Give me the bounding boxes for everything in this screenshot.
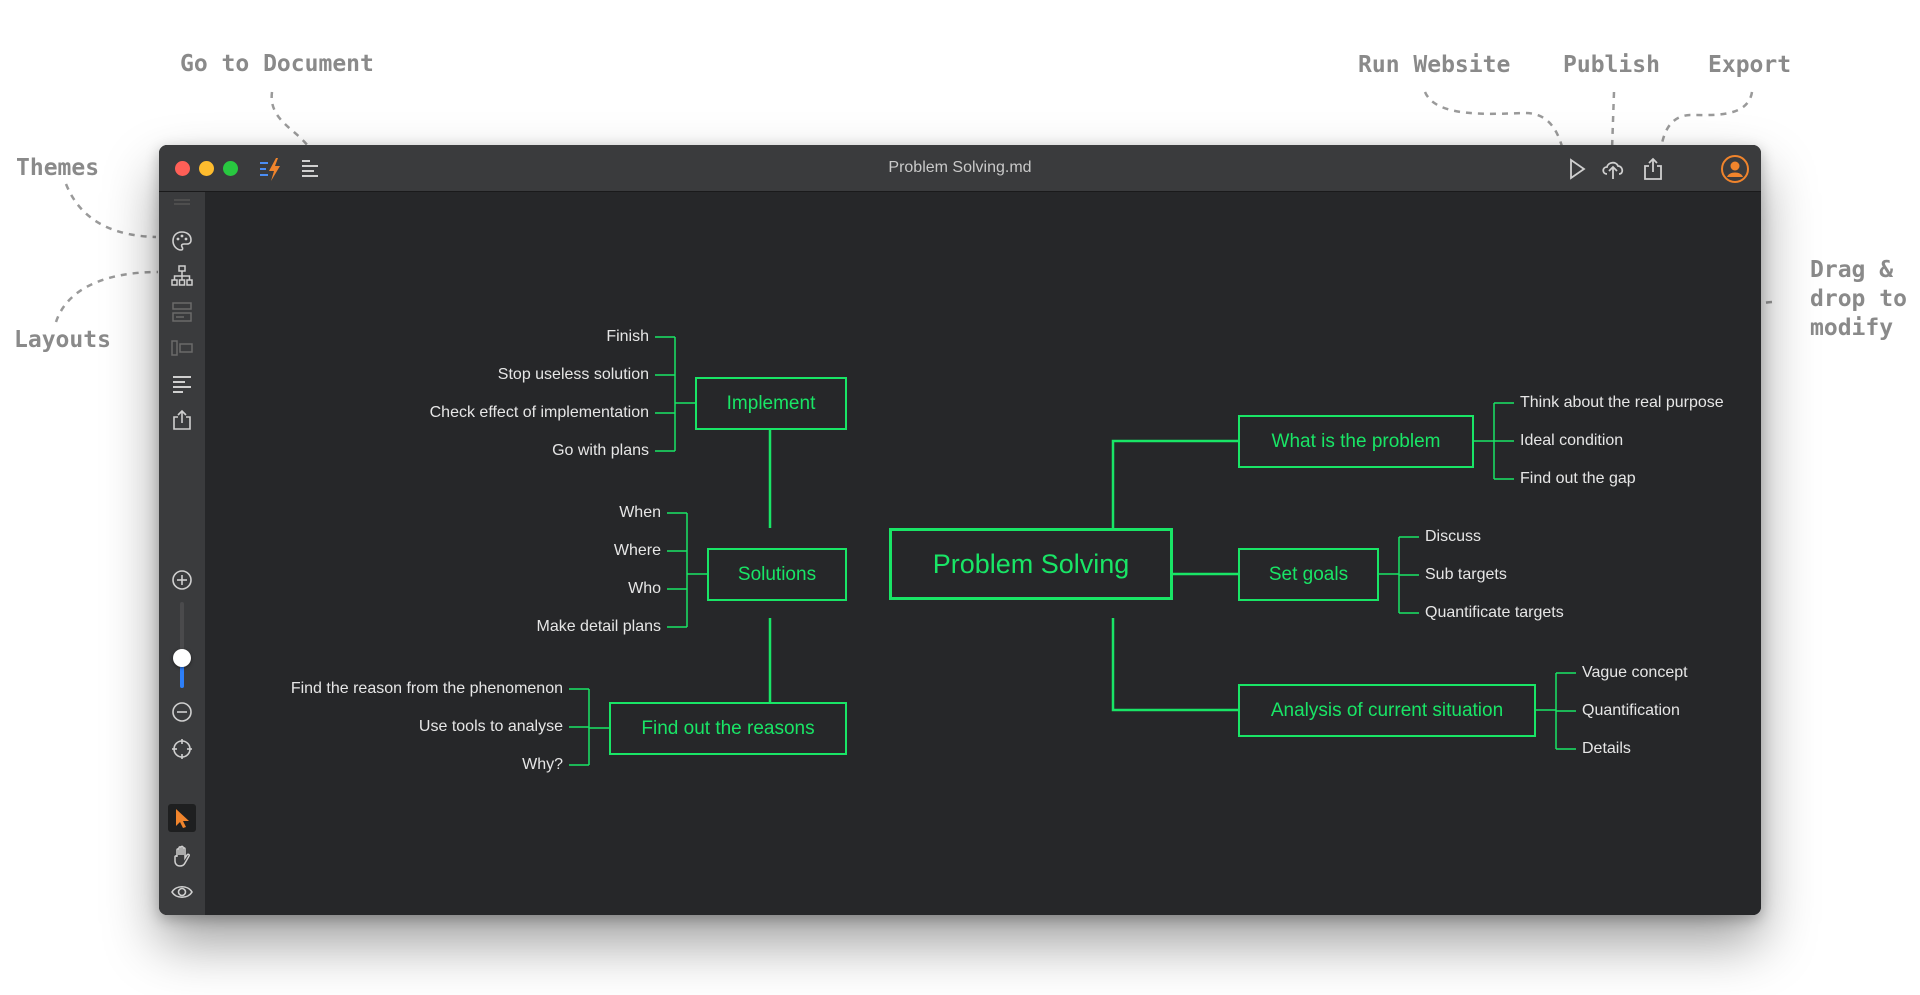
leaf-node[interactable]: Find the reason from the phenomenon: [291, 679, 563, 699]
leaf-node[interactable]: Use tools to analyse: [419, 717, 563, 737]
outline-panel-icon[interactable]: [170, 300, 194, 324]
left-toolbar: [159, 192, 205, 915]
root-node[interactable]: Problem Solving: [889, 528, 1173, 600]
branch-solutions-node[interactable]: Solutions: [707, 548, 847, 601]
connector-root-problem: [1111, 439, 1238, 528]
leaf-node[interactable]: Make detail plans: [536, 617, 661, 637]
leaf-node[interactable]: Where: [614, 541, 661, 561]
recenter-icon[interactable]: [170, 737, 194, 761]
share-icon[interactable]: [170, 408, 194, 432]
leaf-node[interactable]: Why?: [522, 755, 563, 775]
connector-themes: [64, 183, 157, 239]
titlebar: Problem Solving.md: [159, 145, 1761, 192]
callout-publish: Publish: [1563, 52, 1660, 78]
callout-drag-drop: Drag & drop to modify: [1810, 256, 1907, 343]
palette-icon[interactable]: [170, 229, 194, 253]
share-export-icon[interactable]: [1639, 155, 1667, 183]
branch-goals-node[interactable]: Set goals: [1238, 548, 1379, 601]
callout-go-to-document: Go to Document: [180, 51, 374, 77]
window-title: Problem Solving.md: [888, 159, 1032, 176]
connector-publish: [1610, 91, 1616, 151]
leaf-node[interactable]: Discuss: [1425, 527, 1481, 547]
callout-drag-drop-line3: modify: [1810, 315, 1894, 341]
branch-implement-node[interactable]: Implement: [695, 377, 847, 430]
zoom-in-icon[interactable]: [170, 568, 194, 592]
leaf-node[interactable]: Find out the gap: [1520, 469, 1636, 489]
app-window: Problem Solving.md Problem Solving Imple…: [159, 145, 1761, 915]
leaf-node[interactable]: Think about the real purpose: [1520, 393, 1724, 413]
mindmap-canvas[interactable]: Problem Solving Implement Solutions Find…: [205, 192, 1761, 915]
connector-layouts: [54, 270, 159, 323]
branch-reasons-node[interactable]: Find out the reasons: [609, 702, 847, 755]
text-align-icon[interactable]: [170, 372, 194, 396]
leaf-node[interactable]: Details: [1582, 739, 1631, 759]
callout-run-website: Run Website: [1358, 52, 1511, 78]
leaf-node[interactable]: Go with plans: [552, 441, 649, 461]
leaf-node[interactable]: Quantification: [1582, 701, 1680, 721]
leaf-node[interactable]: Stop useless solution: [498, 365, 649, 385]
leaf-node[interactable]: When: [619, 503, 661, 523]
connector-root-analysis: [1111, 618, 1238, 712]
leaf-node[interactable]: Who: [628, 579, 661, 599]
callout-drag-drop-line1: Drag &: [1810, 257, 1894, 283]
leaf-node[interactable]: Ideal condition: [1520, 431, 1623, 451]
branch-analysis-node[interactable]: Analysis of current situation: [1238, 684, 1536, 737]
callout-drag-drop-line2: drop to: [1810, 286, 1907, 312]
leaf-node[interactable]: Check effect of implementation: [430, 403, 649, 423]
preview-eye-icon[interactable]: [170, 880, 194, 904]
leaf-node[interactable]: Finish: [606, 327, 649, 347]
hierarchy-layout-icon[interactable]: [170, 264, 194, 288]
callout-layouts: Layouts: [14, 327, 111, 353]
drag-handle-icon[interactable]: [172, 198, 192, 206]
zoom-slider-thumb[interactable]: [173, 648, 191, 667]
callout-export: Export: [1708, 52, 1792, 78]
branch-problem-node[interactable]: What is the problem: [1238, 415, 1474, 468]
split-panel-icon[interactable]: [170, 336, 194, 360]
leaf-node[interactable]: Vague concept: [1582, 663, 1688, 683]
leaf-node[interactable]: Quantificate targets: [1425, 603, 1564, 623]
callout-themes: Themes: [16, 155, 100, 181]
play-icon[interactable]: [1563, 155, 1591, 183]
zoom-slider[interactable]: [173, 602, 191, 688]
cloud-upload-icon[interactable]: [1599, 155, 1627, 183]
pointer-tool-button[interactable]: [168, 804, 196, 832]
user-avatar-icon[interactable]: [1720, 154, 1750, 184]
leaf-node[interactable]: Sub targets: [1425, 565, 1507, 585]
pointer-tool-icon: [176, 809, 189, 828]
zoom-out-icon[interactable]: [170, 700, 194, 724]
hand-tool-icon[interactable]: [170, 844, 194, 868]
